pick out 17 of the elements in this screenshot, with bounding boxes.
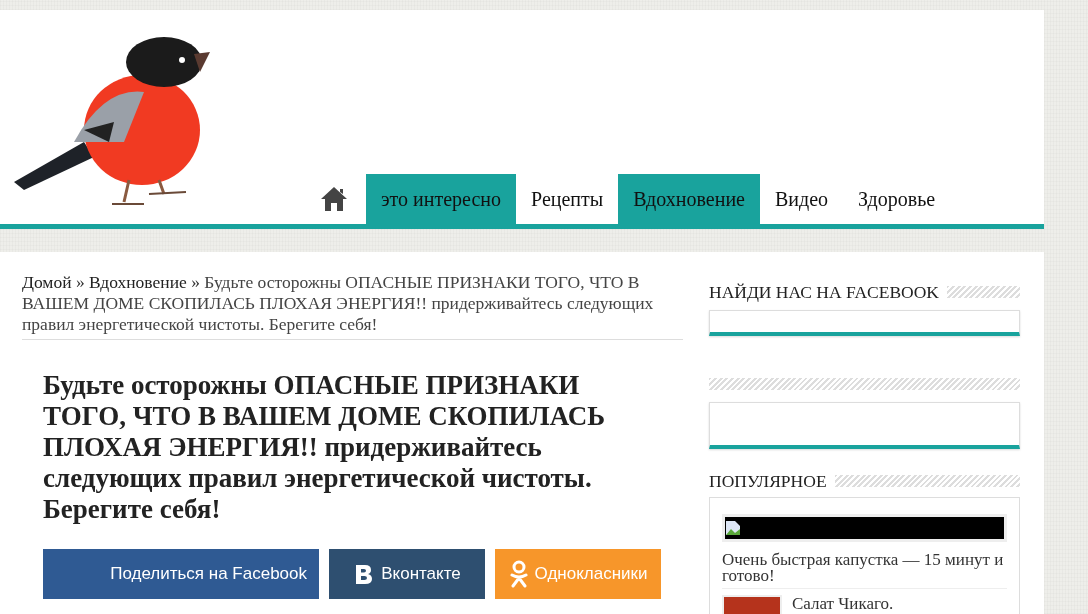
nav-tab[interactable]: Здоровье <box>843 174 951 224</box>
breadcrumb-link[interactable]: Домой <box>22 272 72 292</box>
article-title: Будьте осторожны ОПАСНЫЕ ПРИЗНАКИ ТОГО, ЧТО В ВАШЕМ ДОМЕ СКОПИЛАСЬ ПЛОХАЯ ЭНЕРГИЯ!! придерживайтесь следующих правил энергетической чистоты. Берегите себя! <box>43 370 607 525</box>
nav-tab[interactable]: это интересно <box>366 174 517 224</box>
widget-title: ПОПУЛЯРНОЕ <box>709 470 827 492</box>
breadcrumb: Домой » Вдохновение » Будьте осторожны ОПАСНЫЕ ПРИЗНАКИ ТОГО, ЧТО В ВАШЕМ ДОМЕ СКОПИЛАСЬ ПЛОХАЯ ЭНЕРГИЯ!! придерживайтесь следующих правил энергетической чистоты. Берегите себя! <box>22 272 683 340</box>
ok-icon <box>508 560 529 588</box>
post-link[interactable]: Очень быстрая капустка — 15 минут и готово! <box>722 552 1007 589</box>
broken-image-icon <box>725 520 741 536</box>
post-link[interactable]: Салат Чикаго. <box>792 595 894 613</box>
breadcrumb-link[interactable]: Вдохновение <box>89 272 187 292</box>
nav-tab[interactable]: Вдохновение <box>618 174 760 224</box>
nav-tab[interactable]: Видео <box>759 174 844 224</box>
nav-tab[interactable]: Рецепты <box>516 174 619 224</box>
widget-title: НАЙДИ НАС НА FACEBOOK <box>709 281 939 303</box>
share-button[interactable]: Поделиться на Facebook <box>43 549 319 599</box>
share-button[interactable]: Вконтакте <box>329 549 485 599</box>
